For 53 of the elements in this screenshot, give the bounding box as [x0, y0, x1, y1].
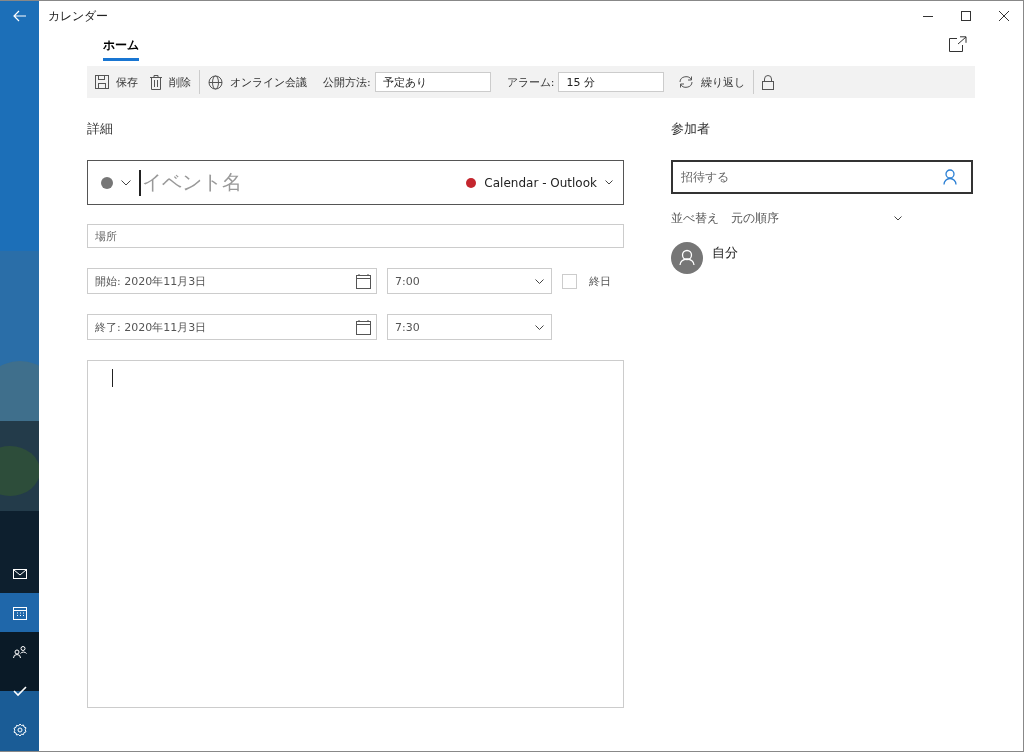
home-tab[interactable]: ホーム — [103, 37, 139, 61]
checkmark-icon — [12, 684, 27, 697]
calendar-selector[interactable]: Calendar - Outlook — [484, 175, 597, 190]
alarm-field[interactable]: 15 分 — [558, 72, 665, 92]
end-date-field[interactable]: 終了: 2020年11月3日 — [87, 314, 377, 340]
calendar-color-dot — [466, 177, 477, 188]
maximize-icon — [961, 11, 971, 21]
invite-placeholder: 招待する — [681, 168, 729, 186]
location-field[interactable]: 場所 — [87, 224, 624, 248]
globe-icon — [208, 74, 223, 90]
person-icon — [943, 169, 957, 185]
end-time-dropdown[interactable]: 7:30 — [387, 314, 552, 340]
chevron-down-icon[interactable] — [121, 179, 131, 186]
save-button[interactable]: 保存 — [91, 68, 142, 96]
settings-icon — [12, 722, 27, 737]
sort-label: 並べ替え — [671, 210, 719, 227]
chevron-down-icon — [535, 324, 544, 330]
close-icon — [999, 11, 1009, 21]
sort-dropdown[interactable]: 元の順序 — [731, 210, 902, 227]
all-day-checkbox[interactable] — [562, 273, 577, 289]
delete-button[interactable]: 削除 — [146, 68, 195, 96]
event-name-field[interactable]: イベント名 Calendar - Outlook — [87, 160, 624, 205]
people-icon — [12, 644, 27, 659]
repeat-button[interactable]: 繰り返し — [674, 68, 750, 96]
attendees-heading: 参加者 — [671, 120, 711, 138]
calendar-icon — [356, 273, 371, 289]
back-arrow-icon — [12, 10, 27, 22]
event-color-dot[interactable] — [101, 176, 113, 189]
window-title: カレンダー — [48, 7, 108, 25]
start-time-dropdown[interactable]: 7:00 — [387, 268, 552, 294]
start-date-field[interactable]: 開始: 2020年11月3日 — [87, 268, 377, 294]
repeat-icon — [678, 75, 695, 89]
show-as-label: 公開方法: — [323, 74, 371, 90]
calendar-icon — [12, 605, 27, 620]
attendee-name: 自分 — [712, 244, 738, 262]
avatar — [671, 242, 703, 274]
invite-field[interactable]: 招待する — [671, 160, 973, 194]
mail-icon — [12, 567, 27, 580]
event-name-placeholder: イベント名 — [141, 169, 242, 196]
show-as-field[interactable]: 予定あり — [374, 72, 491, 92]
chevron-down-icon[interactable] — [605, 180, 613, 185]
details-heading: 詳細 — [87, 120, 114, 138]
calendar-icon — [356, 319, 371, 335]
trash-icon — [150, 74, 162, 90]
all-day-label: 終日 — [589, 273, 611, 289]
alarm-label: アラーム: — [506, 74, 555, 90]
notes-field[interactable] — [87, 360, 624, 708]
chevron-down-icon — [535, 278, 544, 284]
chevron-down-icon — [894, 216, 902, 221]
lock-icon — [762, 74, 775, 90]
calendar-nav-button[interactable] — [0, 593, 39, 632]
pop-out-icon[interactable] — [949, 36, 967, 52]
online-meeting-button[interactable]: オンライン会議 — [204, 68, 311, 96]
